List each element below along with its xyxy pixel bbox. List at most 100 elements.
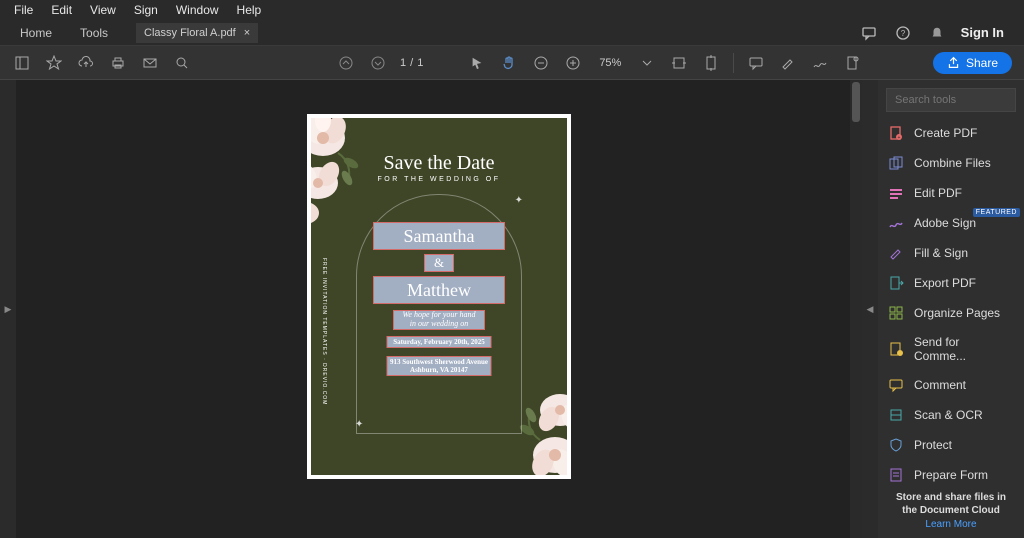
cloud-blurb: Store and share files in the Document Cl… [878, 483, 1024, 519]
organize-pages-icon [888, 305, 904, 321]
tool-fill-sign[interactable]: Fill & Sign [878, 238, 1024, 268]
tool-label: Comment [914, 378, 966, 392]
cloud-upload-icon[interactable] [76, 53, 96, 73]
send-comment-icon [888, 341, 904, 357]
zoom-in-icon[interactable] [563, 53, 583, 73]
toolbar: 1 / 1 75% Share [0, 46, 1024, 80]
help-icon[interactable]: ? [893, 23, 913, 43]
tool-label: Scan & OCR [914, 408, 983, 422]
menu-help[interactable]: Help [229, 1, 270, 19]
tool-edit-pdf[interactable]: Edit PDF [878, 178, 1024, 208]
left-rail-expand[interactable]: ▶ [0, 80, 16, 538]
combine-files-icon [888, 155, 904, 171]
tool-label: Combine Files [914, 156, 991, 170]
form-field-name2[interactable]: Matthew [373, 276, 505, 304]
invitation-subtitle: For the wedding of [311, 176, 567, 183]
fit-page-icon[interactable] [701, 53, 721, 73]
fit-width-icon[interactable] [669, 53, 689, 73]
tool-protect[interactable]: Protect [878, 430, 1024, 460]
form-field-address[interactable]: 913 Southwest Sherwood Avenue Ashburn, V… [387, 356, 492, 376]
create-pdf-icon: + [888, 125, 904, 141]
file-tab-name: Classy Floral A.pdf [144, 27, 236, 39]
tool-create-pdf[interactable]: + Create PDF [878, 118, 1024, 148]
form-field-ampersand[interactable]: & [424, 254, 454, 272]
comment-tool-icon[interactable] [746, 53, 766, 73]
prepare-form-icon [888, 467, 904, 483]
star-icon[interactable] [44, 53, 64, 73]
svg-text:?: ? [900, 29, 905, 38]
tool-send-comment[interactable]: Send for Comme... [878, 328, 1024, 370]
fill-sign-icon [888, 245, 904, 261]
menu-window[interactable]: Window [168, 1, 227, 19]
menu-bar: File Edit View Sign Window Help [0, 0, 1024, 20]
right-rail-expand[interactable]: ◀ [862, 80, 878, 538]
document-scrollbar[interactable] [850, 80, 862, 538]
invitation-title: Save the Date [311, 152, 567, 175]
signature-tool-icon[interactable] [810, 53, 830, 73]
svg-text:+: + [898, 135, 901, 141]
page-up-icon[interactable] [336, 53, 356, 73]
document-viewport[interactable]: Save the Date For the wedding of ✦ ✦ Sam… [16, 80, 862, 538]
page-total: 1 [417, 57, 423, 69]
highlight-tool-icon[interactable] [778, 53, 798, 73]
share-icon [947, 56, 960, 69]
speech-bubble-icon[interactable] [859, 23, 879, 43]
hand-tool-icon[interactable] [499, 53, 519, 73]
featured-badge: FEATURED [973, 208, 1020, 217]
zoom-out-icon[interactable] [531, 53, 551, 73]
tool-export-pdf[interactable]: Export PDF [878, 268, 1024, 298]
tool-label: Prepare Form [914, 468, 988, 482]
sidebar-toggle-icon[interactable] [12, 53, 32, 73]
tool-scan-ocr[interactable]: Scan & OCR [878, 400, 1024, 430]
zoom-level[interactable]: 75% [599, 57, 621, 69]
tool-label: Protect [914, 438, 952, 452]
edit-pdf-icon [888, 185, 904, 201]
chevron-down-icon[interactable] [637, 53, 657, 73]
find-icon[interactable] [172, 53, 192, 73]
tool-organize-pages[interactable]: Organize Pages [878, 298, 1024, 328]
side-credit-text: FREE INVITATION TEMPLATES · DREVIO.COM [321, 258, 330, 405]
menu-view[interactable]: View [82, 1, 124, 19]
tool-label: Create PDF [914, 126, 977, 140]
file-tab-close[interactable]: × [244, 27, 250, 39]
tab-home[interactable]: Home [6, 22, 66, 44]
form-field-date[interactable]: Saturday, February 20th, 2025 [387, 336, 492, 348]
page-current: 1 [400, 57, 406, 69]
share-button[interactable]: Share [933, 52, 1012, 74]
page-down-icon[interactable] [368, 53, 388, 73]
tool-label: Adobe Sign [914, 216, 976, 230]
tool-label: Send for Comme... [914, 335, 1014, 363]
tab-bar: Home Tools Classy Floral A.pdf × ? Sign … [0, 20, 1024, 46]
menu-file[interactable]: File [6, 1, 41, 19]
protect-icon [888, 437, 904, 453]
tool-label: Fill & Sign [914, 246, 968, 260]
sparkle-icon: ✦ [515, 195, 523, 206]
share-label: Share [966, 56, 998, 70]
main-area: ▶ [0, 80, 1024, 538]
search-tools-input[interactable] [886, 88, 1016, 112]
scroll-thumb[interactable] [852, 82, 860, 122]
tool-adobe-sign[interactable]: Adobe Sign FEATURED [878, 208, 1024, 238]
attachment-tool-icon[interactable] [842, 53, 862, 73]
menu-sign[interactable]: Sign [126, 1, 166, 19]
page-indicator: 1 / 1 [400, 57, 423, 69]
form-field-name1[interactable]: Samantha [373, 222, 505, 250]
tool-combine-files[interactable]: Combine Files [878, 148, 1024, 178]
tool-comment[interactable]: Comment [878, 370, 1024, 400]
pdf-page: Save the Date For the wedding of ✦ ✦ Sam… [307, 114, 571, 479]
tool-label: Export PDF [914, 276, 976, 290]
comment-icon [888, 377, 904, 393]
print-icon[interactable] [108, 53, 128, 73]
adobe-sign-icon [888, 215, 904, 231]
file-tab[interactable]: Classy Floral A.pdf × [136, 23, 258, 43]
scan-ocr-icon [888, 407, 904, 423]
tab-tools[interactable]: Tools [66, 22, 122, 44]
learn-more-link[interactable]: Learn More [878, 519, 1024, 538]
menu-edit[interactable]: Edit [43, 1, 80, 19]
mail-icon[interactable] [140, 53, 160, 73]
tool-prepare-form[interactable]: Prepare Form [878, 460, 1024, 483]
select-tool-icon[interactable] [467, 53, 487, 73]
bell-icon[interactable] [927, 23, 947, 43]
sign-in-button[interactable]: Sign In [961, 25, 1004, 40]
form-field-hope[interactable]: We hope for your hand in our wedding on [393, 310, 485, 330]
